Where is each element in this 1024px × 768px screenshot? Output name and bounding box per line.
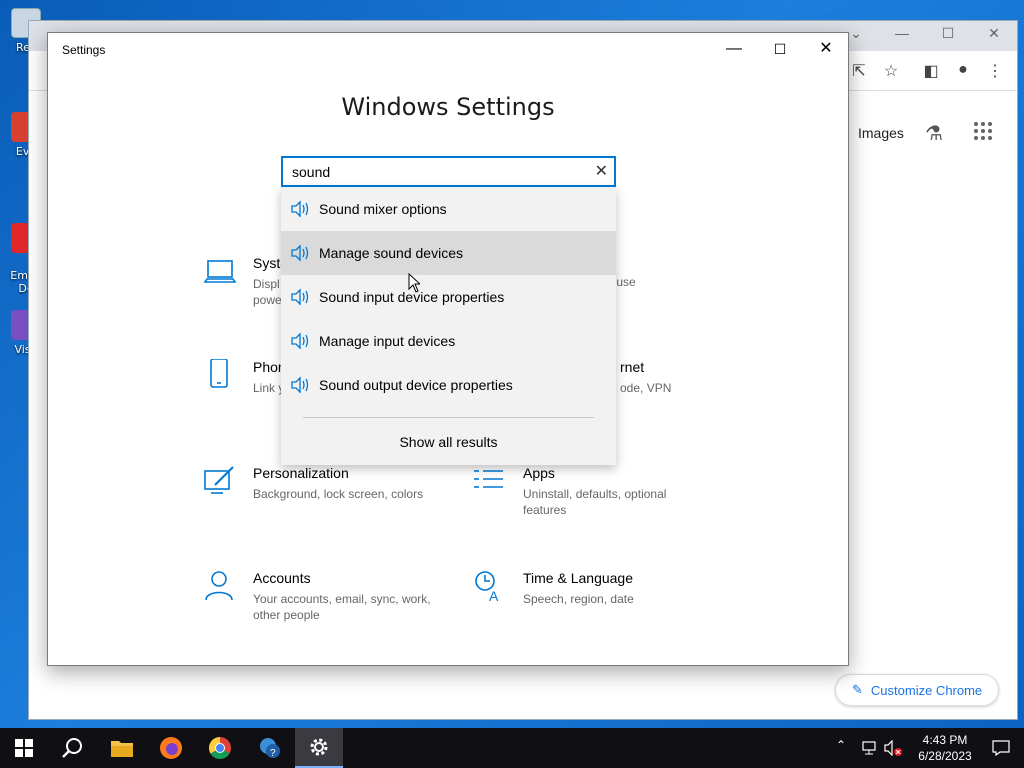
person-icon <box>205 571 233 601</box>
google-apps-icon[interactable] <box>974 122 992 140</box>
mouse-cursor-icon <box>408 273 420 293</box>
minimize-button[interactable]: — <box>712 37 756 61</box>
customize-chrome-label: Customize Chrome <box>870 682 983 698</box>
category-desc: Your accounts, email, sync, work, other … <box>253 592 431 622</box>
bookmark-star-icon[interactable]: ☆ <box>879 61 903 81</box>
svg-text:?: ? <box>270 748 276 759</box>
category-name: Apps <box>523 465 555 481</box>
speaker-icon <box>291 244 309 262</box>
start-button[interactable] <box>0 728 48 768</box>
maximize-icon[interactable]: ☐ <box>933 25 963 42</box>
images-link[interactable]: Images <box>858 125 904 141</box>
profile-icon[interactable]: ● <box>951 61 975 79</box>
window-title: Settings <box>62 43 106 57</box>
suggestion-manage-input-devices[interactable]: Manage input devices <box>281 319 616 363</box>
more-menu-icon[interactable]: ⋮ <box>983 61 1007 81</box>
show-all-results-button[interactable]: Show all results <box>281 434 616 450</box>
category-desc: ode, VPN <box>620 381 672 395</box>
chrome-icon <box>209 737 231 759</box>
search-input[interactable] <box>283 158 573 185</box>
category-desc: Speech, region, date <box>523 592 634 606</box>
suggestion-sound-output-device-properties[interactable]: Sound output device properties <box>281 363 616 407</box>
category-name: rnet <box>620 359 645 375</box>
taskbar-clock[interactable]: 4:43 PM 6/28/2023 <box>910 732 980 764</box>
search-icon <box>62 738 82 758</box>
clock-date: 6/28/2023 <box>918 749 972 763</box>
windows-logo-icon <box>15 739 33 757</box>
suggestion-label: Manage input devices <box>319 333 456 349</box>
suggestion-sound-mixer-options[interactable]: Sound mixer options <box>281 187 616 231</box>
personalization-icon <box>204 466 234 494</box>
customize-chrome-button[interactable]: ✎ Customize Chrome <box>835 674 1000 706</box>
laptop-icon <box>203 260 237 283</box>
suggestion-label: Sound mixer options <box>319 201 447 217</box>
help-icon: ? <box>260 738 280 759</box>
page-title: Windows Settings <box>341 93 555 121</box>
taskbar: ? ⌃ 4:43 PM 6/28/2023 <box>0 728 1024 768</box>
speaker-icon <box>291 376 309 394</box>
svg-text:A: A <box>489 588 499 604</box>
category-name: Time & Language <box>523 570 633 586</box>
apps-list-icon <box>474 470 503 488</box>
divider <box>303 417 594 418</box>
suggestion-label: Sound output device properties <box>319 377 513 393</box>
speaker-icon <box>291 332 309 350</box>
taskbar-settings[interactable] <box>295 728 343 768</box>
category-desc: Background, lock screen, colors <box>253 487 424 501</box>
close-button[interactable]: ✕ <box>804 37 848 61</box>
phone-icon <box>210 359 228 388</box>
clock-time: 4:43 PM <box>922 733 968 747</box>
minimize-icon[interactable]: — <box>887 25 917 41</box>
volume-muted-icon[interactable] <box>884 740 902 756</box>
notifications-icon[interactable] <box>992 740 1010 756</box>
maximize-button[interactable]: ☐ <box>758 37 802 61</box>
network-icon[interactable] <box>862 740 878 756</box>
settings-search-box[interactable]: ✕ <box>281 156 616 187</box>
pencil-icon: ✎ <box>852 682 863 697</box>
share-icon[interactable]: ⇱ <box>847 61 871 81</box>
suggestion-label: Manage sound devices <box>319 245 463 261</box>
search-button[interactable] <box>48 728 96 768</box>
firefox-icon <box>160 737 182 759</box>
taskbar-chrome[interactable] <box>196 728 244 768</box>
time-language-icon: A <box>475 571 499 604</box>
close-icon[interactable]: ✕ <box>595 161 608 181</box>
chevron-up-icon[interactable]: ⌃ <box>836 738 846 752</box>
category-name: Accounts <box>253 570 311 586</box>
side-panel-icon[interactable]: ◧ <box>919 61 943 81</box>
suggestion-manage-sound-devices[interactable]: Manage sound devices <box>281 231 616 275</box>
taskbar-help[interactable]: ? <box>246 728 294 768</box>
speaker-icon <box>291 288 309 306</box>
settings-window: Settings — ☐ ✕ Windows Settings Syste Di… <box>47 32 849 666</box>
speaker-icon <box>291 200 309 218</box>
category-name: Personalization <box>253 465 349 481</box>
folder-icon <box>111 741 133 757</box>
taskbar-file-explorer[interactable] <box>98 728 146 768</box>
category-desc: , mouse <box>593 275 636 289</box>
taskbar-firefox[interactable] <box>147 728 195 768</box>
close-icon[interactable]: ✕ <box>979 25 1009 42</box>
labs-flask-icon[interactable]: ⚗ <box>925 121 943 146</box>
suggestion-sound-input-device-properties[interactable]: Sound input device properties <box>281 275 616 319</box>
search-suggestions: Sound mixer options Manage sound devices… <box>281 187 616 465</box>
gear-icon <box>310 738 328 756</box>
category-desc: Uninstall, defaults, optional features <box>523 487 667 517</box>
